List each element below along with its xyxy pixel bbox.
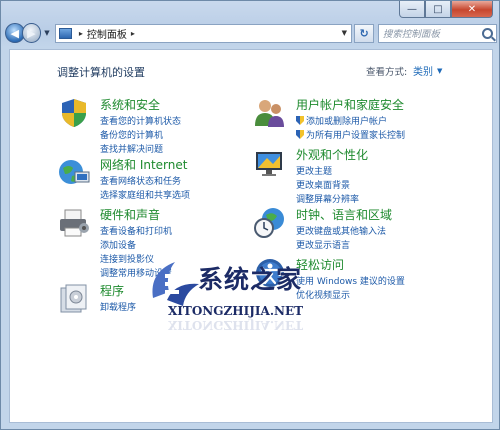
clock-globe-icon: [254, 208, 284, 238]
category-title[interactable]: 用户帐户和家庭安全: [296, 96, 404, 113]
category-user-accounts: 用户帐户和家庭安全 添加或删除用户帐户 为所有用户设置家长控制: [253, 96, 473, 141]
programs-icon: [60, 284, 87, 313]
close-button[interactable]: ✕: [451, 1, 493, 18]
breadcrumb-control-panel[interactable]: 控制面板: [87, 26, 127, 41]
view-by-dropdown[interactable]: 类别 ▼: [413, 63, 443, 79]
watermark: 系统之家 XITONGZHIJIA.NET XITONGZHIJIA.NET: [145, 252, 417, 342]
recent-pages-dropdown[interactable]: ▼: [42, 29, 52, 37]
link-parental-controls[interactable]: 为所有用户设置家长控制: [296, 128, 405, 141]
forward-button[interactable]: ▶: [21, 23, 42, 43]
link-text: 为所有用户设置家长控制: [306, 131, 406, 141]
caption-buttons: — □ ✕: [399, 1, 493, 18]
page-title: 调整计算机的设置: [57, 66, 145, 79]
category-title[interactable]: 网络和 Internet: [100, 156, 187, 173]
globe-network-icon: [59, 160, 90, 184]
category-clock-region: 时钟、语言和区域 更改键盘或其他输入法 更改显示语言: [253, 206, 473, 251]
category-system-security: 系统和安全 查看您的计算机状态 备份您的计算机 查找并解决问题: [57, 96, 247, 155]
link-view-computer-status[interactable]: 查看您的计算机状态: [100, 114, 181, 127]
category-title[interactable]: 硬件和声音: [100, 206, 160, 223]
refresh-button[interactable]: ↻: [354, 23, 374, 43]
category-network: 网络和 Internet 查看网络状态和任务 选择家庭组和共享选项: [57, 156, 247, 201]
link-backup-computer[interactable]: 备份您的计算机: [100, 128, 163, 141]
users-icon: [255, 100, 284, 127]
shield-icon: [62, 99, 86, 127]
search-placeholder: 搜索控制面板: [382, 29, 440, 40]
uac-shield-icon: [296, 116, 304, 125]
watermark-logo-icon: [152, 262, 199, 306]
link-change-theme[interactable]: 更改主题: [296, 164, 332, 177]
watermark-url: XITONGZHIJIA.NET: [168, 304, 304, 318]
link-text: 添加或删除用户帐户: [306, 117, 388, 127]
address-dropdown-button[interactable]: ▼: [337, 25, 351, 42]
display-icon: [256, 152, 282, 176]
view-by-label: 查看方式:: [366, 67, 408, 78]
breadcrumb-separator[interactable]: ▸: [131, 29, 135, 38]
category-title[interactable]: 外观和个性化: [296, 146, 368, 163]
link-devices-printers[interactable]: 查看设备和打印机: [100, 224, 172, 237]
link-view-network-status[interactable]: 查看网络状态和任务: [100, 174, 181, 187]
link-homegroup-sharing[interactable]: 选择家庭组和共享选项: [100, 188, 190, 201]
chevron-down-icon: ▼: [437, 66, 443, 75]
control-panel-icon: [58, 27, 72, 39]
category-appearance: 外观和个性化 更改主题 更改桌面背景 调整屏幕分辨率: [253, 146, 473, 205]
category-title[interactable]: 系统和安全: [100, 96, 160, 113]
minimize-button[interactable]: —: [399, 1, 425, 18]
link-change-input-methods[interactable]: 更改键盘或其他输入法: [296, 224, 386, 237]
link-change-display-language[interactable]: 更改显示语言: [296, 238, 350, 251]
printer-icon: [60, 209, 89, 237]
search-icon[interactable]: [481, 27, 493, 39]
maximize-button[interactable]: □: [425, 1, 451, 18]
watermark-title: 系统之家: [198, 265, 303, 294]
link-find-fix-problems[interactable]: 查找并解决问题: [100, 142, 163, 155]
link-screen-resolution[interactable]: 调整屏幕分辨率: [296, 192, 359, 205]
link-desktop-background[interactable]: 更改桌面背景: [296, 178, 350, 191]
control-panel-window: — □ ✕ ◀ ▶ ▼ ▸ 控制面板 ▸ ▼ ↻ 搜索控制面板 调整计算机的设置…: [0, 0, 500, 430]
address-bar[interactable]: ▸ 控制面板 ▸ ▼: [54, 23, 353, 43]
link-add-remove-accounts[interactable]: 添加或删除用户帐户: [296, 114, 387, 127]
content-pane: 调整计算机的设置 查看方式: 类别 ▼ 系统和安全 查看您的计算机状态 备份您的…: [9, 49, 493, 423]
uac-shield-icon: [296, 130, 304, 139]
link-add-device[interactable]: 添加设备: [100, 238, 136, 251]
link-uninstall-program[interactable]: 卸载程序: [100, 300, 136, 313]
breadcrumb-separator[interactable]: ▸: [79, 29, 83, 38]
view-by-value: 类别: [413, 67, 433, 78]
category-title[interactable]: 时钟、语言和区域: [296, 206, 392, 223]
navigation-bar: ◀ ▶ ▼ ▸ 控制面板 ▸ ▼ ↻ 搜索控制面板: [5, 21, 497, 45]
watermark-url-reflection: XITONGZHIJIA.NET: [168, 318, 304, 332]
search-input[interactable]: 搜索控制面板: [377, 23, 497, 43]
category-title[interactable]: 程序: [100, 282, 124, 299]
